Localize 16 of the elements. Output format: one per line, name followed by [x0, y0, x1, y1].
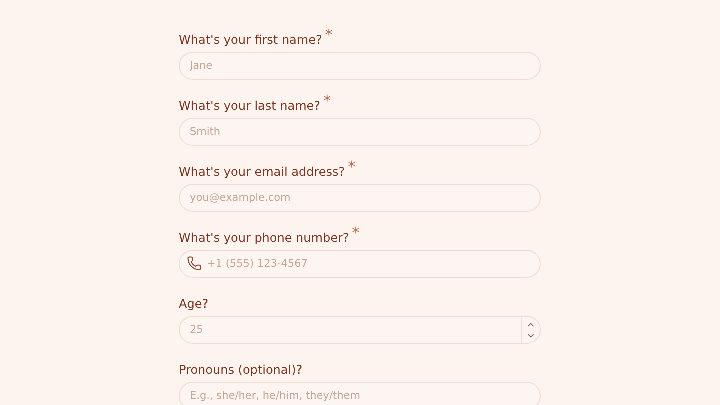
field-label: What's your last name? — [179, 98, 321, 115]
input-field[interactable]: E.g., she/her, he/him, they/them — [179, 382, 541, 405]
input-field[interactable]: Smith — [179, 118, 541, 146]
field-label: Pronouns (optional)? — [179, 362, 303, 379]
field-label: What's your first name? — [179, 32, 322, 49]
input-field[interactable]: 25 — [179, 316, 541, 344]
required-mark: * — [348, 160, 356, 174]
required-mark: * — [352, 226, 360, 240]
field-label: Age? — [179, 296, 209, 313]
phone-icon — [187, 256, 202, 271]
field-label: What's your phone number? — [179, 230, 350, 247]
input-field[interactable]: you@example.com — [179, 184, 541, 212]
required-mark: * — [324, 94, 332, 108]
field-label: What's your email address? — [179, 164, 346, 181]
input-field[interactable]: +1 (555) 123-4567 — [179, 250, 541, 278]
required-mark: * — [325, 28, 333, 42]
